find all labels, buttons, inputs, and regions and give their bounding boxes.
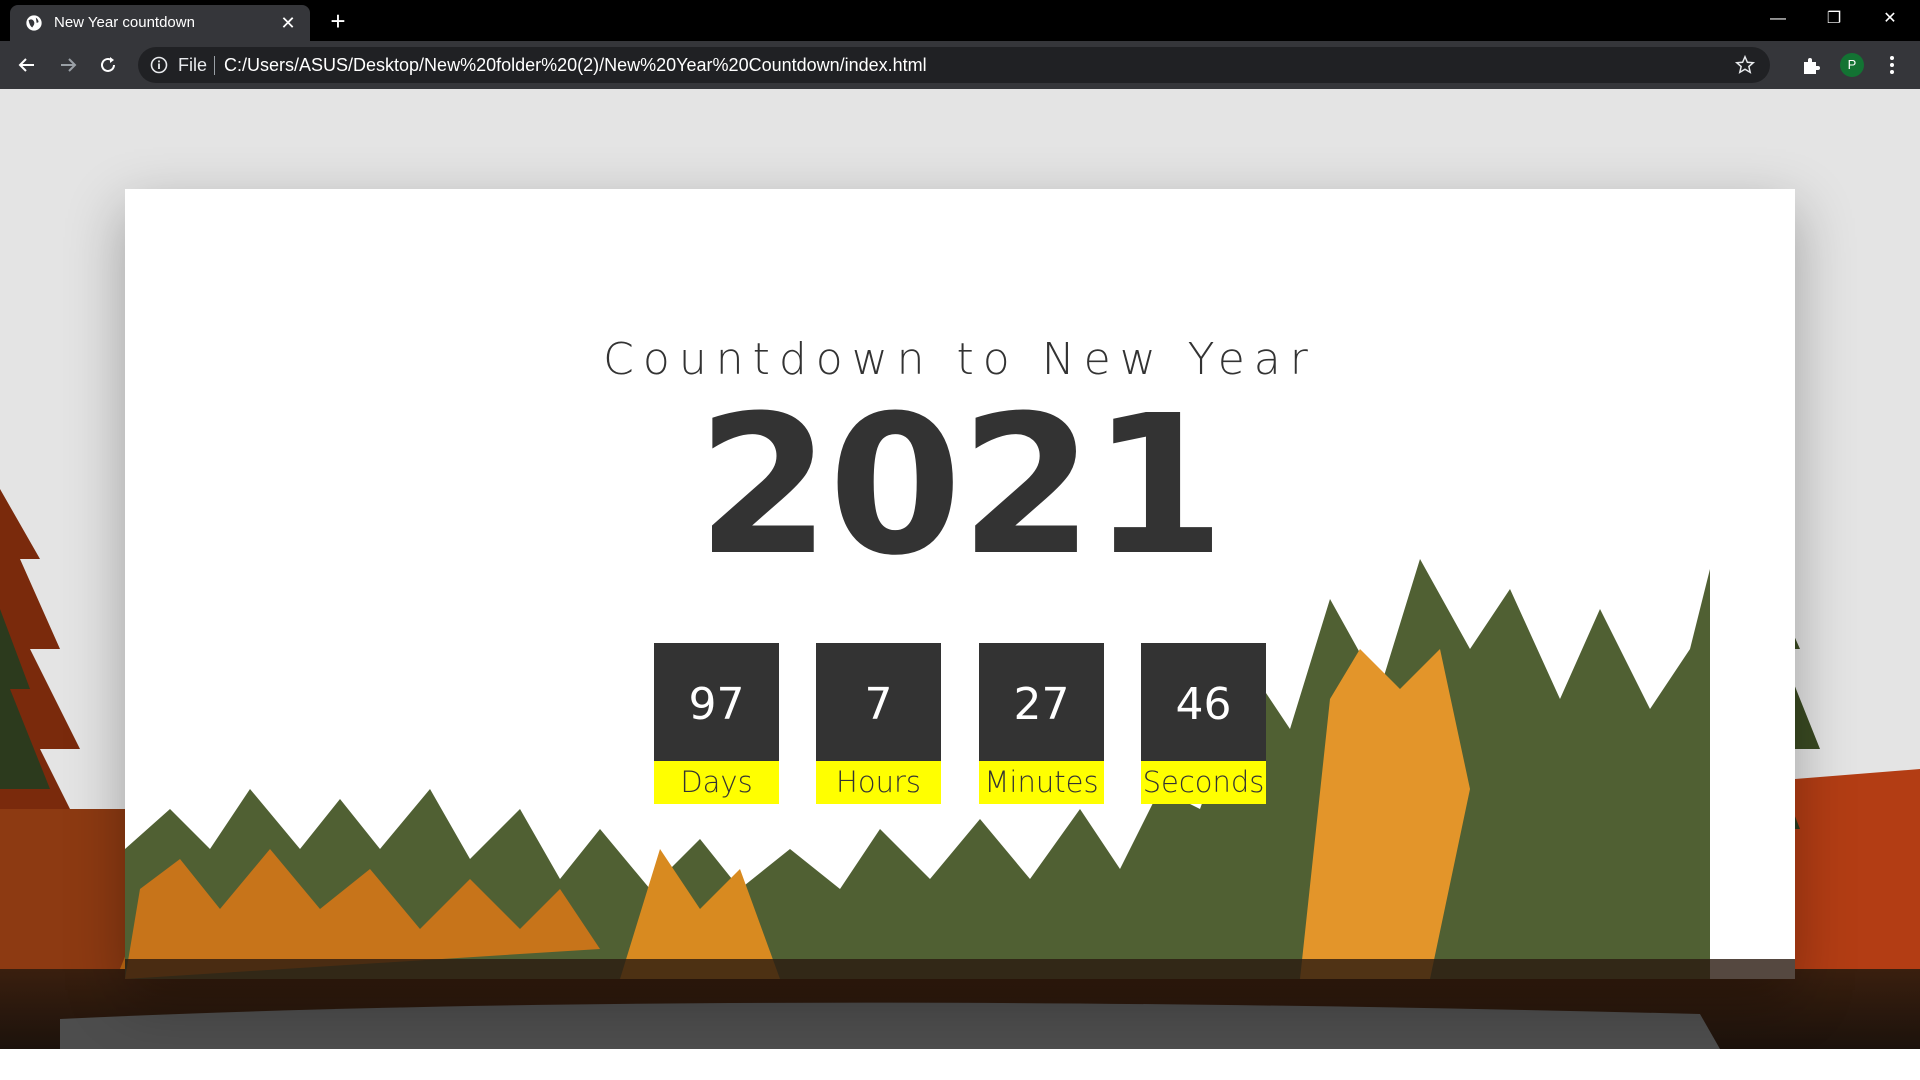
- scheme-label: File: [178, 55, 208, 75]
- browser-tab-bar: New Year countdown ✕ + — ❐ ✕: [0, 0, 1920, 41]
- forward-arrow-icon: [61, 58, 77, 72]
- minutes-value: 27: [979, 643, 1104, 761]
- restore-button[interactable]: ❐: [1806, 0, 1862, 38]
- forward-button[interactable]: [54, 51, 82, 79]
- horizontal-scrollbar-area: [0, 1049, 1920, 1080]
- back-arrow-icon: [18, 58, 34, 72]
- hours-value: 7: [816, 643, 941, 761]
- days-label: Days: [654, 761, 779, 804]
- address-bar[interactable]: File C:/Users/ASUS/Desktop/New%20folder%…: [138, 47, 1770, 83]
- seconds-label: Seconds: [1141, 761, 1266, 804]
- extensions-icon[interactable]: [1800, 53, 1824, 77]
- omnibox-divider: [214, 56, 215, 75]
- info-icon[interactable]: [150, 56, 168, 74]
- kebab-menu-icon[interactable]: [1880, 53, 1904, 77]
- browser-toolbar: File C:/Users/ASUS/Desktop/New%20folder%…: [0, 41, 1920, 89]
- reload-icon: [101, 57, 115, 72]
- back-button[interactable]: [13, 51, 41, 79]
- countdown-timer: 97 Days 7 Hours 27 Minutes 46 Seconds: [654, 643, 1266, 804]
- profile-avatar[interactable]: P: [1840, 53, 1864, 77]
- close-window-button[interactable]: ✕: [1862, 0, 1918, 38]
- countdown-hours: 7 Hours: [816, 643, 941, 804]
- reload-button[interactable]: [94, 51, 122, 79]
- target-year: 2021: [696, 375, 1225, 598]
- minimize-button[interactable]: —: [1750, 0, 1806, 38]
- tab-title: New Year countdown: [54, 14, 195, 31]
- countdown-seconds: 46 Seconds: [1141, 643, 1266, 804]
- star-icon[interactable]: [1734, 54, 1756, 76]
- page-viewport: Countdown to New Year 2021 97 Days 7 Hou…: [0, 89, 1920, 1080]
- seconds-value: 46: [1141, 643, 1266, 761]
- minutes-label: Minutes: [979, 761, 1104, 804]
- days-value: 97: [654, 643, 779, 761]
- countdown-days: 97 Days: [654, 643, 779, 804]
- countdown-minutes: 27 Minutes: [979, 643, 1104, 804]
- new-tab-button[interactable]: +: [324, 8, 352, 36]
- url-text[interactable]: C:/Users/ASUS/Desktop/New%20folder%20(2)…: [224, 55, 927, 76]
- close-tab-icon[interactable]: ✕: [276, 11, 300, 35]
- browser-tab[interactable]: New Year countdown ✕: [10, 5, 310, 41]
- globe-icon: [26, 15, 42, 31]
- hours-label: Hours: [816, 761, 941, 804]
